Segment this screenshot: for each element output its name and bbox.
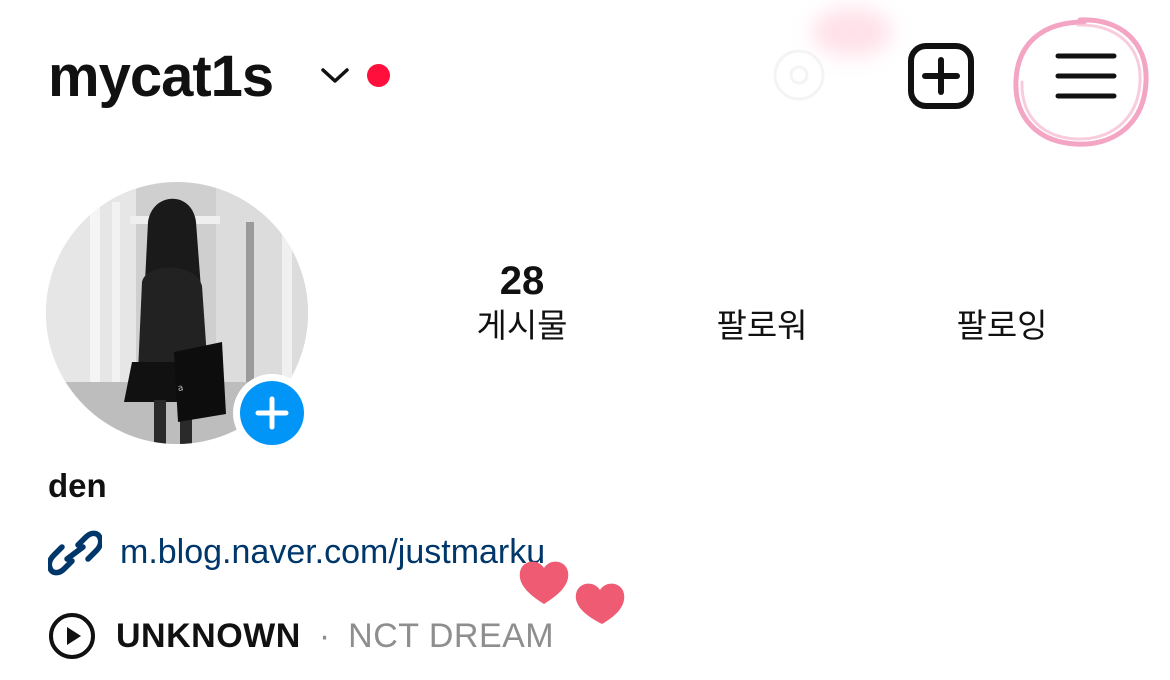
song-artist: NCT DREAM (348, 617, 555, 655)
song-title: UNKNOWN (116, 617, 301, 655)
following-count-value (902, 258, 1102, 304)
followers-count-label: 팔로워 (716, 306, 808, 345)
notification-dot (367, 64, 390, 87)
music-separator: · (318, 617, 331, 655)
play-circle-icon (49, 613, 95, 659)
followers-count[interactable]: 팔로워 (662, 258, 862, 348)
plus-circle-icon[interactable] (230, 371, 314, 455)
posts-count[interactable]: 28 게시물 (422, 258, 622, 348)
link-icon (48, 530, 102, 576)
username-title[interactable]: mycat1s (48, 42, 274, 112)
display-name: den (48, 467, 107, 504)
threads-icon (773, 49, 825, 101)
posts-count-value: 28 (499, 259, 545, 303)
plus-square-icon[interactable] (907, 42, 975, 110)
following-count-label: 팔로잉 (956, 306, 1048, 345)
hamburger-menu-icon[interactable] (1046, 46, 1124, 106)
profile-link[interactable]: m.blog.naver.com/justmarku (120, 530, 545, 574)
following-count[interactable]: 팔로잉 (902, 258, 1102, 348)
chevron-down-icon[interactable] (318, 62, 352, 88)
followers-count-value (662, 258, 862, 304)
music-row[interactable]: UNKNOWN · NCT DREAM (48, 612, 554, 660)
posts-count-label: 게시물 (476, 306, 568, 345)
profile-page: mycat1s a 28 게시물 팔로워 팔로잉 den m.blog.nave… (0, 0, 1170, 680)
